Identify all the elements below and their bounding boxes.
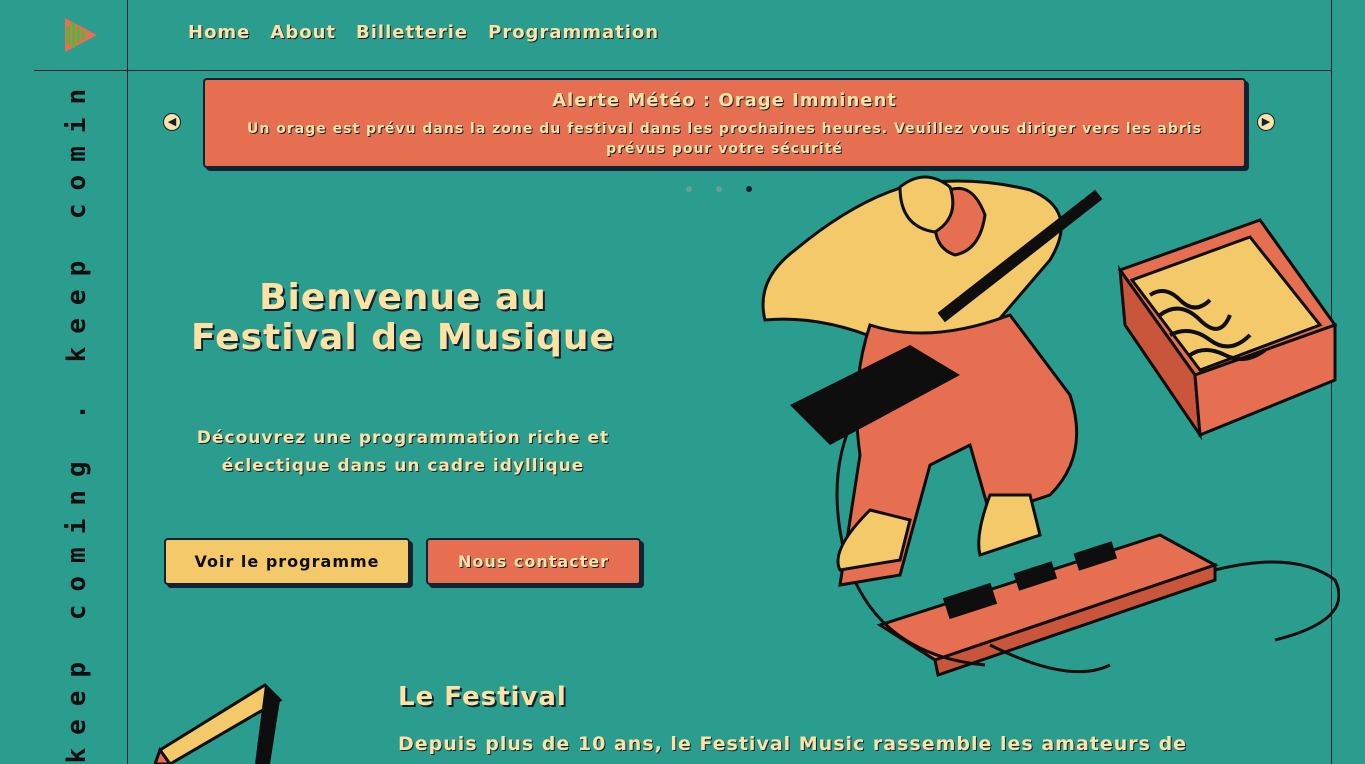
nav-home[interactable]: Home	[188, 22, 250, 43]
nav-programmation[interactable]: Programmation	[488, 22, 659, 43]
carousel-prev-button[interactable]: ◀	[163, 113, 181, 131]
hero-subtitle: Découvrez une programmation riche et écl…	[196, 428, 610, 476]
hero-title: Bienvenue au Festival de Musique	[191, 277, 615, 358]
play-bars-logo-icon[interactable]	[63, 16, 99, 54]
rail-divider	[34, 70, 128, 71]
stage-illustration	[153, 683, 283, 764]
nav-billetterie[interactable]: Billetterie	[356, 22, 468, 43]
marquee-text: keep coming . keep coming . keep com	[62, 78, 92, 764]
carousel-dot-3[interactable]	[746, 186, 752, 192]
festival-section-title: Le Festival	[398, 682, 567, 712]
carousel-dot-2[interactable]	[716, 186, 722, 192]
festival-section-text: Depuis plus de 10 ans, le Festival Music…	[398, 733, 1188, 755]
contact-button[interactable]: Nous contacter	[426, 538, 641, 585]
vertical-marquee: keep coming . keep coming . keep com	[62, 78, 98, 764]
guitarist-illustration	[761, 175, 1340, 677]
alert-title: Alerte Météo : Orage Imminent	[552, 90, 897, 111]
weather-alert-banner: Alerte Météo : Orage Imminent Un orage e…	[203, 78, 1246, 168]
nav-about[interactable]: About	[270, 22, 336, 43]
view-program-button[interactable]: Voir le programme	[164, 538, 410, 585]
carousel-dot-1[interactable]	[686, 186, 692, 192]
chevron-left-icon: ◀	[167, 115, 177, 128]
chevron-right-icon: ▶	[1261, 115, 1271, 128]
carousel-next-button[interactable]: ▶	[1257, 113, 1275, 131]
carousel-indicators	[686, 186, 752, 192]
alert-message: Un orage est prévu dans la zone du festi…	[247, 121, 1202, 157]
main-nav: Home About Billetterie Programmation	[188, 22, 659, 43]
